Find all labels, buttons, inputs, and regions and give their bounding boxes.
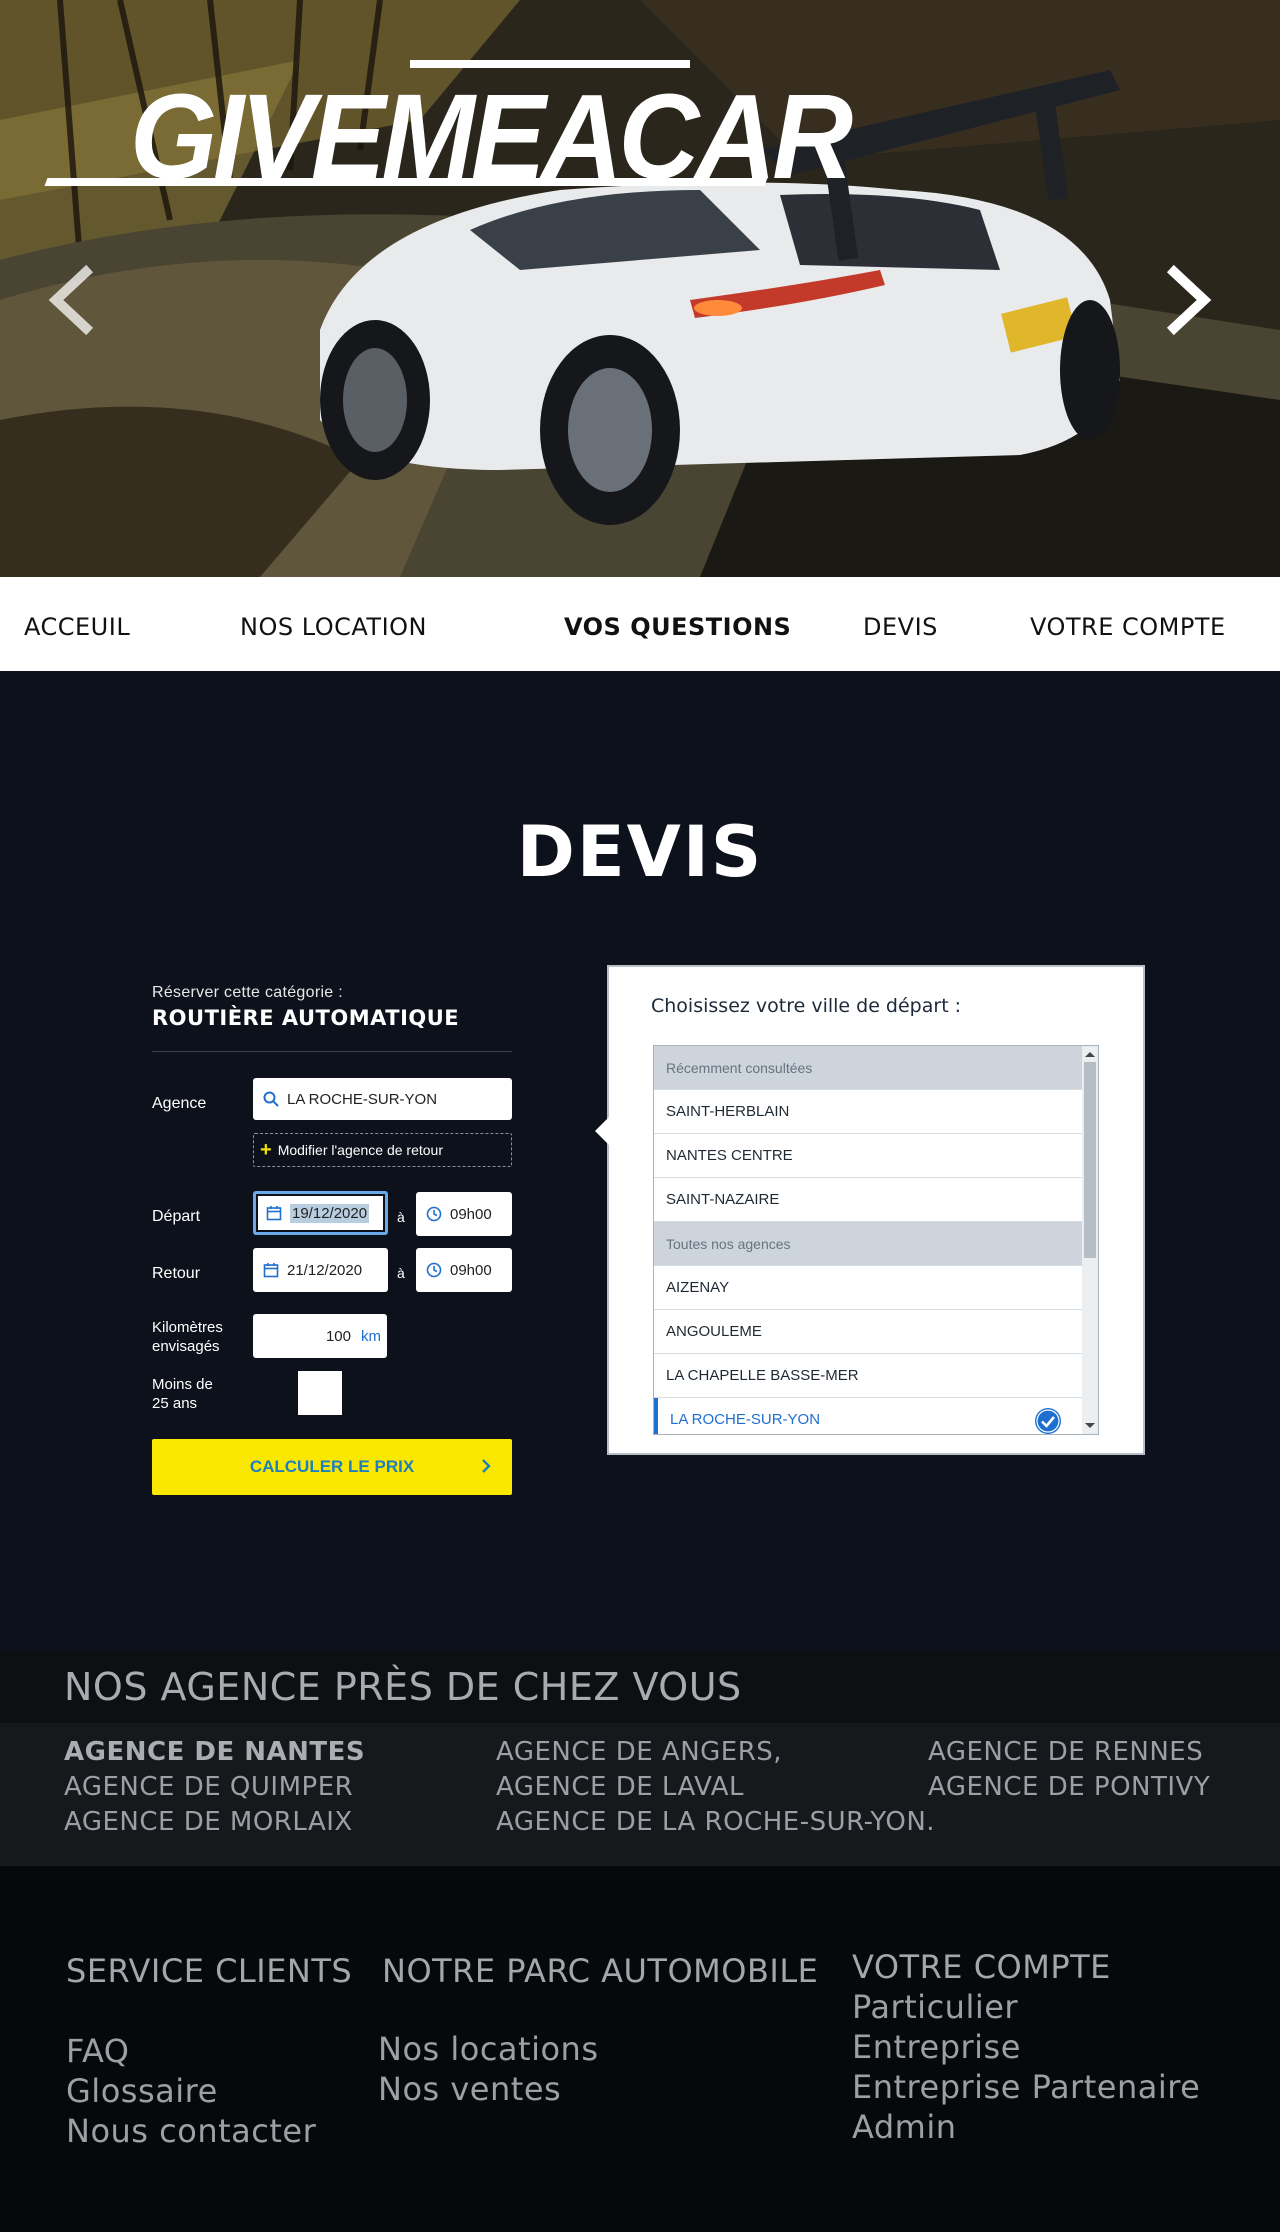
main-nav: ACCEUIL NOS LOCATION VOS QUESTIONS DEVIS…: [0, 577, 1280, 671]
calculate-price-label: CALCULER LE PRIX: [249, 1457, 415, 1476]
agence-value: LA ROCHE-SUR-YON: [287, 1090, 438, 1108]
category-label: Réserver cette catégorie :: [152, 984, 343, 1001]
footer-link[interactable]: FAQ: [66, 2032, 129, 2070]
agency-link[interactable]: AGENCE DE NANTES: [64, 1737, 365, 1767]
age-label: Moins de 25 ans: [152, 1375, 213, 1413]
calendar-icon: [263, 1263, 279, 1278]
check-circle-icon: [1035, 1408, 1061, 1434]
footer-parc-title: NOTRE PARC AUTOMOBILE: [382, 1952, 819, 1990]
agencies-list: AGENCE DE NANTES AGENCE DE QUIMPER AGENC…: [0, 1723, 1280, 1866]
divider: [152, 1051, 512, 1052]
agency-link[interactable]: AGENCE DE LAVAL: [496, 1772, 744, 1802]
quote-form: Réserver cette catégorie : ROUTIÈRE AUTO…: [152, 984, 512, 1495]
modify-return-button[interactable]: + Modifier l'agence de retour: [253, 1133, 512, 1167]
footer: SERVICE CLIENTS FAQ Glossaire Nous conta…: [0, 1866, 1280, 2232]
chevron-right-icon[interactable]: [1160, 260, 1220, 340]
retour-time-value: 09h00: [450, 1261, 492, 1279]
agency-link[interactable]: AGENCE DE QUIMPER: [64, 1772, 353, 1802]
plus-icon: +: [260, 1138, 272, 1161]
selected-city-label: LA ROCHE-SUR-YON: [670, 1411, 821, 1428]
retour-label: Retour: [152, 1265, 201, 1282]
list-group-header: Récemment consultées: [654, 1046, 1082, 1090]
footer-service-title: SERVICE CLIENTS: [66, 1952, 353, 1990]
agency-link[interactable]: AGENCE DE RENNES: [928, 1737, 1203, 1767]
devis-section: DEVIS Réserver cette catégorie : ROUTIÈR…: [0, 671, 1280, 1651]
nav-item-votre-compte[interactable]: VOTRE COMPTE: [1030, 613, 1226, 641]
agencies-header: NOS AGENCE PRÈS DE CHEZ VOUS: [0, 1651, 1280, 1723]
agency-link[interactable]: AGENCE DE ANGERS,: [496, 1737, 782, 1767]
km-unit: km: [361, 1327, 381, 1345]
footer-link[interactable]: Nos locations: [378, 2030, 599, 2068]
agence-label: Agence: [152, 1095, 207, 1112]
scroll-down-icon[interactable]: [1085, 1423, 1095, 1428]
nav-item-devis[interactable]: DEVIS: [863, 613, 938, 641]
scrollbar-thumb[interactable]: [1084, 1062, 1096, 1258]
agencies-title: NOS AGENCE PRÈS DE CHEZ VOUS: [64, 1665, 742, 1709]
page-title: DEVIS: [516, 811, 764, 893]
nav-item-accueil[interactable]: ACCEUIL: [24, 613, 130, 641]
list-item-selected[interactable]: LA ROCHE-SUR-YON: [654, 1398, 1082, 1434]
agency-link[interactable]: AGENCE DE PONTIVY: [928, 1772, 1210, 1802]
list-item[interactable]: NANTES CENTRE: [654, 1134, 1082, 1178]
nav-item-nos-location[interactable]: NOS LOCATION: [240, 613, 427, 641]
a-separator: à: [397, 1209, 405, 1225]
agency-link[interactable]: AGENCE DE LA ROCHE-SUR-YON.: [496, 1807, 935, 1837]
km-field[interactable]: 100 km: [253, 1314, 387, 1358]
list-item[interactable]: ANGOULEME: [654, 1310, 1082, 1354]
depart-time-field[interactable]: 09h00: [416, 1192, 512, 1236]
footer-link[interactable]: Entreprise Partenaire: [852, 2068, 1200, 2106]
age-label-line1: Moins de: [152, 1376, 213, 1393]
chevron-left-icon[interactable]: [40, 260, 100, 340]
search-icon: [263, 1091, 279, 1107]
footer-link[interactable]: Particulier: [852, 1988, 1018, 2026]
hero-banner: GIVEMEACAR: [0, 0, 1280, 577]
list-group-header: Toutes nos agences: [654, 1222, 1082, 1266]
list-item[interactable]: AIZENAY: [654, 1266, 1082, 1310]
list-item[interactable]: SAINT-HERBLAIN: [654, 1090, 1082, 1134]
city-list[interactable]: Récemment consultées SAINT-HERBLAIN NANT…: [653, 1045, 1099, 1435]
nav-item-vos-questions[interactable]: VOS QUESTIONS: [564, 613, 791, 641]
footer-link[interactable]: Nos ventes: [378, 2070, 561, 2108]
footer-compte-title: VOTRE COMPTE: [852, 1948, 1111, 1986]
km-label-line2: envisagés: [152, 1338, 220, 1355]
depart-date-field[interactable]: 19/12/2020: [253, 1191, 388, 1235]
list-item[interactable]: LA CHAPELLE BASSE-MER: [654, 1354, 1082, 1398]
age-label-line2: 25 ans: [152, 1395, 198, 1412]
city-picker-panel: Choisissez votre ville de départ : Récem…: [595, 965, 1145, 1455]
a-separator: à: [397, 1265, 405, 1281]
calculate-price-button[interactable]: CALCULER LE PRIX: [152, 1439, 512, 1495]
agence-field[interactable]: LA ROCHE-SUR-YON: [253, 1078, 512, 1120]
calendar-icon: [266, 1206, 282, 1221]
panel-pointer: [595, 1117, 609, 1145]
footer-link[interactable]: Entreprise: [852, 2028, 1021, 2066]
footer-link[interactable]: Nous contacter: [66, 2112, 316, 2150]
logo-underline: [44, 178, 768, 186]
km-label: Kilomètres envisagés: [152, 1318, 223, 1356]
scroll-up-icon[interactable]: [1085, 1052, 1095, 1057]
retour-date-value: 21/12/2020: [287, 1261, 363, 1279]
depart-date-value: 19/12/2020: [290, 1203, 370, 1223]
clock-icon: [426, 1262, 442, 1278]
chevron-right-icon: [482, 1459, 491, 1473]
agency-link[interactable]: AGENCE DE MORLAIX: [64, 1807, 353, 1837]
retour-time-field[interactable]: 09h00: [416, 1248, 512, 1292]
km-value: 100: [325, 1327, 351, 1345]
footer-link[interactable]: Glossaire: [66, 2072, 218, 2110]
retour-date-field[interactable]: 21/12/2020: [253, 1248, 388, 1292]
modify-return-label: Modifier l'agence de retour: [277, 1142, 444, 1158]
km-label-line1: Kilomètres: [152, 1319, 223, 1336]
depart-time-value: 09h00: [450, 1205, 492, 1223]
depart-label: Départ: [152, 1208, 201, 1225]
city-picker-title: Choisissez votre ville de départ :: [651, 995, 962, 1017]
clock-icon: [426, 1206, 442, 1222]
category-value: ROUTIÈRE AUTOMATIQUE: [152, 1006, 460, 1030]
scrollbar[interactable]: [1082, 1046, 1098, 1434]
under-25-checkbox[interactable]: [298, 1371, 342, 1415]
footer-link[interactable]: Admin: [852, 2108, 956, 2146]
list-item[interactable]: SAINT-NAZAIRE: [654, 1178, 1082, 1222]
